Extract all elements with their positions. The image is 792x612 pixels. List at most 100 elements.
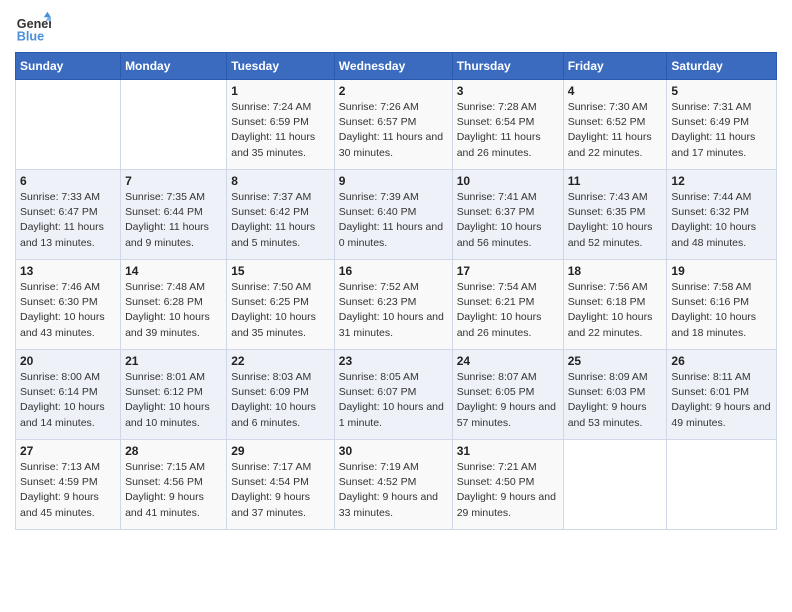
day-info: Sunrise: 7:56 AMSunset: 6:18 PMDaylight:… (568, 280, 663, 341)
day-cell: 28 Sunrise: 7:15 AMSunset: 4:56 PMDayligh… (121, 440, 227, 530)
day-info: Sunrise: 7:21 AMSunset: 4:50 PMDaylight:… (457, 460, 559, 521)
day-number: 7 (125, 174, 222, 188)
logo: General Blue (15, 10, 51, 46)
day-info: Sunrise: 7:19 AMSunset: 4:52 PMDaylight:… (339, 460, 448, 521)
day-number: 20 (20, 354, 116, 368)
day-info: Sunrise: 7:46 AMSunset: 6:30 PMDaylight:… (20, 280, 116, 341)
col-header-thursday: Thursday (452, 53, 563, 80)
col-header-wednesday: Wednesday (334, 53, 452, 80)
day-number: 23 (339, 354, 448, 368)
day-number: 29 (231, 444, 330, 458)
day-cell: 15 Sunrise: 7:50 AMSunset: 6:25 PMDayligh… (227, 260, 335, 350)
day-cell: 3 Sunrise: 7:28 AMSunset: 6:54 PMDaylight… (452, 80, 563, 170)
day-cell: 17Sunrise: 7:54 AMSunset: 6:21 PMDayligh… (452, 260, 563, 350)
week-row-0: 1Sunrise: 7:24 AMSunset: 6:59 PMDaylight… (16, 80, 777, 170)
day-info: Sunrise: 7:58 AMSunset: 6:16 PMDaylight:… (671, 280, 772, 341)
day-info: Sunrise: 7:39 AMSunset: 6:40 PMDaylight:… (339, 190, 448, 251)
day-info: Sunrise: 7:52 AMSunset: 6:23 PMDaylight:… (339, 280, 448, 341)
page: General Blue SundayMondayTuesdayWednesda… (0, 0, 792, 612)
week-row-2: 13 Sunrise: 7:46 AMSunset: 6:30 PMDayligh… (16, 260, 777, 350)
day-info: Sunrise: 8:07 AMSunset: 6:05 PMDaylight:… (457, 370, 559, 431)
day-cell: 18 Sunrise: 7:56 AMSunset: 6:18 PMDayligh… (563, 260, 667, 350)
day-info: Sunrise: 7:15 AMSunset: 4:56 PMDaylight:… (125, 460, 222, 521)
day-info: Sunrise: 8:00 AMSunset: 6:14 PMDaylight:… (20, 370, 116, 431)
day-info: Sunrise: 7:17 AMSunset: 4:54 PMDaylight:… (231, 460, 330, 521)
day-cell: 7Sunrise: 7:35 AMSunset: 6:44 PMDaylight… (121, 170, 227, 260)
day-number: 11 (568, 174, 663, 188)
day-number: 27 (20, 444, 116, 458)
day-info: Sunrise: 7:28 AMSunset: 6:54 PMDaylight:… (457, 100, 559, 161)
day-cell: 4 Sunrise: 7:30 AMSunset: 6:52 PMDaylight… (563, 80, 667, 170)
day-number: 24 (457, 354, 559, 368)
week-row-3: 20 Sunrise: 8:00 AMSunset: 6:14 PMDayligh… (16, 350, 777, 440)
svg-text:Blue: Blue (17, 30, 44, 44)
day-cell: 1Sunrise: 7:24 AMSunset: 6:59 PMDaylight… (227, 80, 335, 170)
day-cell: 27 Sunrise: 7:13 AMSunset: 4:59 PMDayligh… (16, 440, 121, 530)
day-number: 13 (20, 264, 116, 278)
day-cell: 10 Sunrise: 7:41 AMSunset: 6:37 PMDayligh… (452, 170, 563, 260)
day-info: Sunrise: 7:50 AMSunset: 6:25 PMDaylight:… (231, 280, 330, 341)
day-cell: 24 Sunrise: 8:07 AMSunset: 6:05 PMDayligh… (452, 350, 563, 440)
day-number: 18 (568, 264, 663, 278)
header: General Blue (15, 10, 777, 46)
day-number: 28 (125, 444, 222, 458)
day-number: 4 (568, 84, 663, 98)
day-info: Sunrise: 7:33 AMSunset: 6:47 PMDaylight:… (20, 190, 116, 251)
day-cell: 26 Sunrise: 8:11 AMSunset: 6:01 PMDayligh… (667, 350, 777, 440)
day-number: 5 (671, 84, 772, 98)
day-cell: 14Sunrise: 7:48 AMSunset: 6:28 PMDayligh… (121, 260, 227, 350)
day-info: Sunrise: 8:09 AMSunset: 6:03 PMDaylight:… (568, 370, 663, 431)
header-row: SundayMondayTuesdayWednesdayThursdayFrid… (16, 53, 777, 80)
col-header-friday: Friday (563, 53, 667, 80)
day-cell: 16Sunrise: 7:52 AMSunset: 6:23 PMDayligh… (334, 260, 452, 350)
day-info: Sunrise: 7:41 AMSunset: 6:37 PMDaylight:… (457, 190, 559, 251)
day-cell: 30 Sunrise: 7:19 AMSunset: 4:52 PMDayligh… (334, 440, 452, 530)
day-info: Sunrise: 8:01 AMSunset: 6:12 PMDaylight:… (125, 370, 222, 431)
day-number: 21 (125, 354, 222, 368)
day-info: Sunrise: 7:54 AMSunset: 6:21 PMDaylight:… (457, 280, 559, 341)
day-cell: 25 Sunrise: 8:09 AMSunset: 6:03 PMDayligh… (563, 350, 667, 440)
day-cell: 31 Sunrise: 7:21 AMSunset: 4:50 PMDayligh… (452, 440, 563, 530)
day-info: Sunrise: 8:11 AMSunset: 6:01 PMDaylight:… (671, 370, 772, 431)
day-cell: 29 Sunrise: 7:17 AMSunset: 4:54 PMDayligh… (227, 440, 335, 530)
day-number: 31 (457, 444, 559, 458)
col-header-monday: Monday (121, 53, 227, 80)
day-number: 15 (231, 264, 330, 278)
day-info: Sunrise: 7:37 AMSunset: 6:42 PMDaylight:… (231, 190, 330, 251)
day-info: Sunrise: 7:13 AMSunset: 4:59 PMDaylight:… (20, 460, 116, 521)
day-cell: 9 Sunrise: 7:39 AMSunset: 6:40 PMDaylight… (334, 170, 452, 260)
col-header-sunday: Sunday (16, 53, 121, 80)
day-info: Sunrise: 8:05 AMSunset: 6:07 PMDaylight:… (339, 370, 448, 431)
day-cell: 19Sunrise: 7:58 AMSunset: 6:16 PMDayligh… (667, 260, 777, 350)
day-number: 9 (339, 174, 448, 188)
day-number: 26 (671, 354, 772, 368)
day-cell: 8Sunrise: 7:37 AMSunset: 6:42 PMDaylight… (227, 170, 335, 260)
day-number: 30 (339, 444, 448, 458)
day-number: 2 (339, 84, 448, 98)
day-info: Sunrise: 7:48 AMSunset: 6:28 PMDaylight:… (125, 280, 222, 341)
day-cell (563, 440, 667, 530)
day-cell: 22 Sunrise: 8:03 AMSunset: 6:09 PMDayligh… (227, 350, 335, 440)
calendar-table: SundayMondayTuesdayWednesdayThursdayFrid… (15, 52, 777, 530)
day-cell (667, 440, 777, 530)
day-cell (16, 80, 121, 170)
week-row-1: 6Sunrise: 7:33 AMSunset: 6:47 PMDaylight… (16, 170, 777, 260)
day-info: Sunrise: 7:43 AMSunset: 6:35 PMDaylight:… (568, 190, 663, 251)
day-cell: 2Sunrise: 7:26 AMSunset: 6:57 PMDaylight… (334, 80, 452, 170)
day-info: Sunrise: 7:31 AMSunset: 6:49 PMDaylight:… (671, 100, 772, 161)
day-info: Sunrise: 7:30 AMSunset: 6:52 PMDaylight:… (568, 100, 663, 161)
day-number: 3 (457, 84, 559, 98)
day-cell: 6Sunrise: 7:33 AMSunset: 6:47 PMDaylight… (16, 170, 121, 260)
day-info: Sunrise: 8:03 AMSunset: 6:09 PMDaylight:… (231, 370, 330, 431)
day-cell: 23 Sunrise: 8:05 AMSunset: 6:07 PMDayligh… (334, 350, 452, 440)
day-number: 22 (231, 354, 330, 368)
day-cell: 21 Sunrise: 8:01 AMSunset: 6:12 PMDayligh… (121, 350, 227, 440)
day-cell: 13 Sunrise: 7:46 AMSunset: 6:30 PMDayligh… (16, 260, 121, 350)
logo-icon: General Blue (15, 10, 51, 46)
day-number: 1 (231, 84, 330, 98)
day-cell: 12Sunrise: 7:44 AMSunset: 6:32 PMDayligh… (667, 170, 777, 260)
day-number: 10 (457, 174, 559, 188)
day-number: 12 (671, 174, 772, 188)
day-cell (121, 80, 227, 170)
day-number: 25 (568, 354, 663, 368)
